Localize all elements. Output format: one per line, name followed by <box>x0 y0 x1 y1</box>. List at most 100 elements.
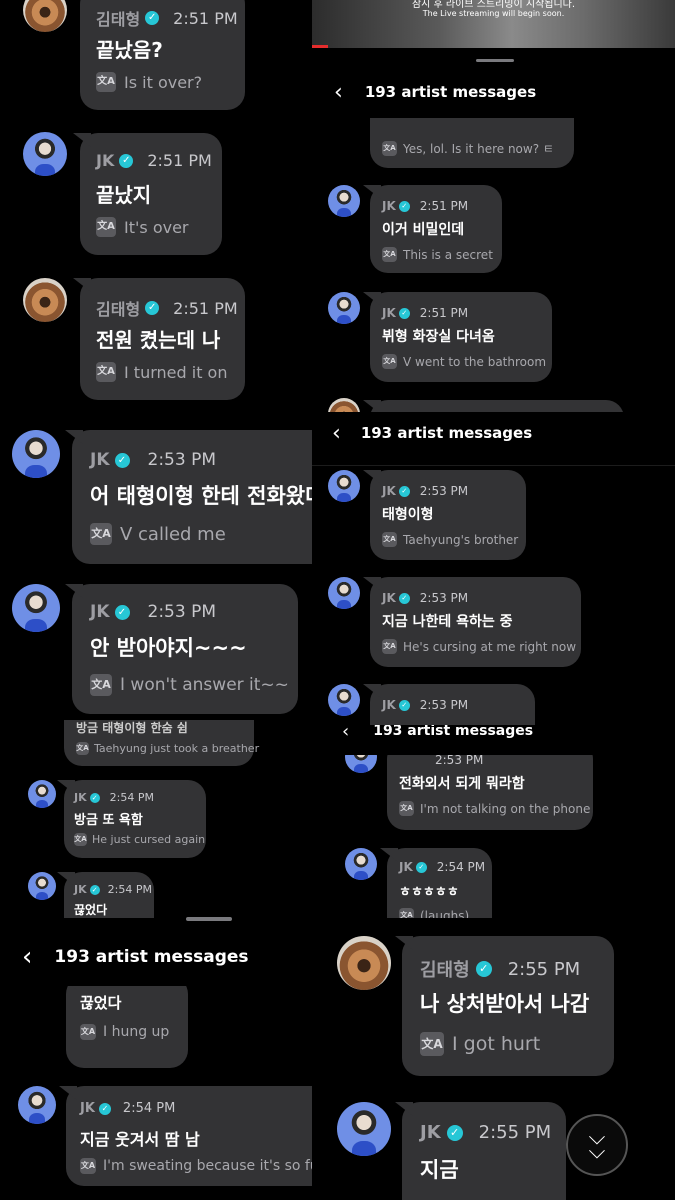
avatar[interactable] <box>345 755 377 773</box>
verified-check-icon: ✓ <box>114 452 130 468</box>
verified-check-icon: ✓ <box>398 592 410 604</box>
verified-check-icon: ✓ <box>89 792 100 803</box>
avatar[interactable] <box>28 872 56 900</box>
message-text: 태형이형 <box>382 507 434 523</box>
avatar[interactable] <box>345 848 377 880</box>
sender-name: 김태형 <box>96 300 141 319</box>
chevron-left-icon[interactable]: ‹ <box>334 80 343 105</box>
chevron-left-icon[interactable]: ‹ <box>332 421 341 446</box>
translate-icon[interactable]: 文A <box>96 362 116 382</box>
translate-icon[interactable]: 文A <box>382 141 397 156</box>
translate-icon[interactable]: 文A <box>399 801 414 816</box>
sender-name: JK <box>90 602 110 622</box>
translate-icon[interactable]: 文A <box>90 674 112 696</box>
message-text: 끊었다 <box>80 994 122 1012</box>
avatar[interactable] <box>12 430 60 478</box>
avatar[interactable] <box>23 132 67 176</box>
translate-icon[interactable]: 文A <box>382 354 397 369</box>
avatar[interactable] <box>328 684 360 716</box>
translate-icon[interactable]: 文A <box>76 742 89 755</box>
translate-icon[interactable]: 文A <box>74 833 87 846</box>
sender-name: JK <box>74 791 87 804</box>
verified-check-icon: ✓ <box>415 861 427 873</box>
verified-check-icon: ✓ <box>145 301 160 315</box>
verified-check-icon: ✓ <box>475 961 492 977</box>
verified-check-icon: ✓ <box>119 153 134 168</box>
chevron-left-icon[interactable]: ‹ <box>342 725 349 742</box>
avatar[interactable] <box>23 278 67 322</box>
timestamp: 2:53 PM <box>147 450 217 470</box>
timestamp: 2:54 PM <box>109 791 154 804</box>
verified-check-icon: ✓ <box>114 604 130 620</box>
sender-name: JK <box>90 450 110 470</box>
message-text: 뷔형 화장실 다녀옴 <box>382 329 495 345</box>
sender-name: JK <box>80 1101 95 1116</box>
video-caption: The Live streaming will begin soon. <box>422 9 565 18</box>
verified-check-icon: ✓ <box>446 1124 463 1141</box>
message-bubble: JK ✓ 2:53 PM 지금 나한테 욕하는 중 文A He's cursin… <box>370 577 581 667</box>
translate-icon[interactable]: 文A <box>382 247 397 262</box>
translation-text: I'm sweating because it's so funny <box>103 1158 312 1174</box>
translate-icon[interactable]: 文A <box>420 1032 444 1056</box>
scroll-to-bottom-button[interactable]: ⌵ ⌵ <box>566 1114 628 1176</box>
translate-icon[interactable]: 文A <box>399 908 414 918</box>
avatar[interactable] <box>328 185 360 217</box>
chevron-left-icon[interactable]: ‹ <box>22 942 32 972</box>
sender-name: JK <box>382 591 396 605</box>
avatar[interactable] <box>23 0 67 32</box>
translate-icon[interactable]: 文A <box>382 532 397 547</box>
timestamp: 2:51 PM <box>147 151 212 170</box>
chat-panel: JK ✓ 2:53 PM 어 태형이형 한테 전화왔다 文A V called … <box>0 425 312 575</box>
translation-text: I got hurt <box>452 1033 541 1055</box>
avatar[interactable] <box>328 398 360 412</box>
live-video-preview[interactable]: 잠시 후 라이브 스트리밍이 시작됩니다. The Live streaming… <box>312 0 675 48</box>
chat-panel: JK ✓ 2:53 PM <box>312 683 675 725</box>
chat-panel: 文A Yes, lol. Is it here now? ㅌ <box>312 118 675 170</box>
timestamp: 2:51 PM <box>419 199 469 213</box>
drag-handle[interactable] <box>476 59 514 62</box>
sender-name: 김태형 <box>96 10 141 29</box>
avatar[interactable] <box>12 584 60 632</box>
translation-text: Taehyung's brother <box>403 532 519 547</box>
chat-panel: 2:53 PM 전화외서 되게 뭐라함 文A I'm not talking o… <box>312 755 675 835</box>
translate-icon[interactable]: 文A <box>80 1024 96 1040</box>
chat-header: ‹ 193 artist messages <box>312 412 675 454</box>
avatar[interactable] <box>337 936 391 990</box>
translate-icon[interactable]: 文A <box>80 1158 96 1174</box>
message-text: 끝났지 <box>96 183 152 207</box>
translation-text: It's over <box>124 217 189 237</box>
message-text: 전원 켰는데 나 <box>96 328 221 352</box>
message-bubble: JK ✓ 2:55 PM 지금 <box>402 1102 566 1200</box>
verified-check-icon: ✓ <box>398 699 410 711</box>
translation-text: (laughs) <box>420 908 470 919</box>
translation-text: This is a secret <box>403 247 493 262</box>
translate-icon[interactable]: 文A <box>90 523 112 545</box>
avatar[interactable] <box>18 1086 56 1124</box>
avatar[interactable] <box>328 292 360 324</box>
video-progress-bar[interactable] <box>312 45 328 48</box>
translate-icon[interactable]: 文A <box>382 639 397 654</box>
translate-icon[interactable]: 文A <box>96 72 116 92</box>
chat-header: ‹ 193 artist messages <box>312 725 675 755</box>
message-text: 전화외서 되게 뭐라함 <box>399 776 525 792</box>
translate-icon[interactable]: 文A <box>96 217 116 237</box>
chat-panel: JK ✓ 2:54 PM 끊었다 <box>0 868 312 918</box>
message-bubble: 방금 태형이형 한숨 쉼 文A Taehyung just took a bre… <box>64 720 259 766</box>
sender-name: JK <box>420 1122 441 1143</box>
message-text: 끊었다 <box>74 903 108 917</box>
message-bubble <box>370 400 624 412</box>
avatar[interactable] <box>328 470 360 502</box>
divider <box>312 465 675 466</box>
avatar[interactable] <box>28 780 56 808</box>
chat-panel: 끊었다 文A I hung up <box>0 986 312 1072</box>
avatar[interactable] <box>328 577 360 609</box>
message-text: 나 상처받아서 나감 <box>420 992 590 1016</box>
verified-check-icon: ✓ <box>98 1102 111 1115</box>
verified-check-icon: ✓ <box>398 200 410 212</box>
avatar[interactable] <box>337 1102 391 1156</box>
translation-text: V went to the bathroom <box>403 354 547 369</box>
drag-handle[interactable] <box>186 917 232 921</box>
chat-panel: 방금 태형이형 한숨 쉼 文A Taehyung just took a bre… <box>0 720 312 768</box>
page-title: 193 artist messages <box>373 725 534 739</box>
chat-panel <box>312 398 675 412</box>
